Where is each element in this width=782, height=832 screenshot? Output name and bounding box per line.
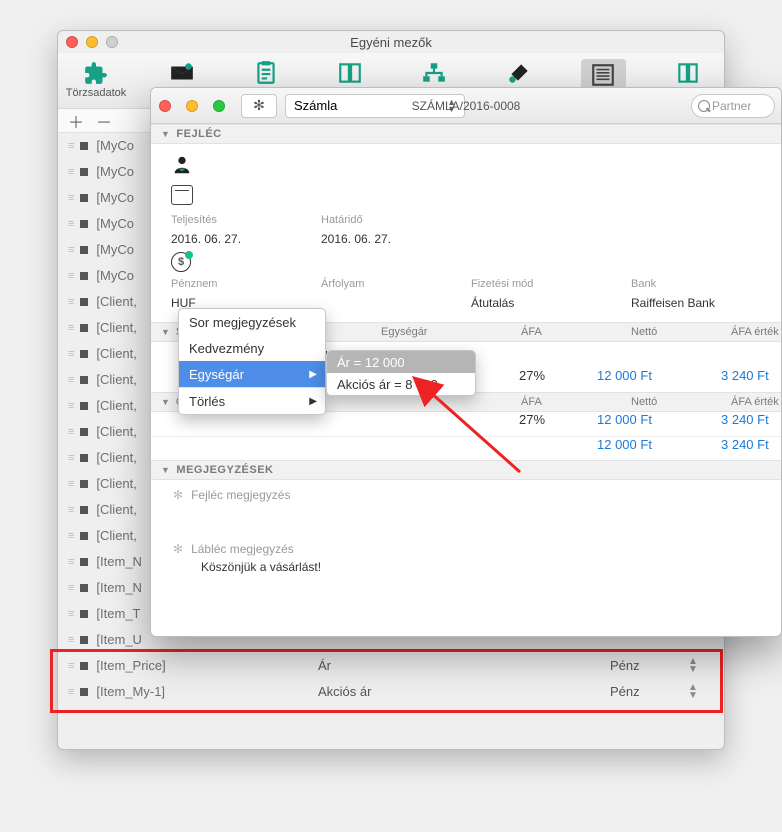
chevron-updown-icon: ▲▼ xyxy=(447,99,456,113)
archive-icon xyxy=(336,59,364,87)
zoom-icon[interactable] xyxy=(213,100,225,112)
toolbar-item-torzsadatok[interactable]: Törzsadatok xyxy=(72,59,120,99)
envelope-icon xyxy=(168,59,196,87)
close-icon[interactable] xyxy=(159,100,171,112)
summary-total: 12 000 Ft 3 240 Ft xyxy=(151,436,781,460)
value-teljesites[interactable]: 2016. 06. 27. xyxy=(171,232,321,246)
invoice-toolbar: ✻ Számla ▲▼ SZÁMLA/2016-0008 Partner xyxy=(151,88,781,124)
submenu-item-akcios[interactable]: Akciós ár = 8 000 xyxy=(327,373,475,395)
section-header-notes[interactable]: ▼ MEGJEGYZÉSEK xyxy=(151,460,781,480)
person-icon xyxy=(171,154,321,179)
settings-button[interactable]: ✻ xyxy=(241,94,277,118)
gear-icon: ✻ xyxy=(253,97,265,114)
summary-row: 27% 12 000 Ft 3 240 Ft xyxy=(151,412,781,436)
vat-amount: 3 240 Ft xyxy=(721,368,769,383)
toolbar-item-org[interactable] xyxy=(412,59,456,87)
list-icon xyxy=(589,61,617,89)
value-hatarido[interactable]: 2016. 06. 27. xyxy=(321,232,471,246)
header-note-label[interactable]: Fejléc megjegyzés xyxy=(191,488,290,502)
section-header-fejlec[interactable]: ▼ FEJLÉC xyxy=(151,124,781,144)
net-amount: 12 000 Ft xyxy=(597,368,652,383)
chevron-right-icon: ▶ xyxy=(309,396,317,407)
clipboard-icon xyxy=(252,59,280,87)
chevron-right-icon: ▶ xyxy=(309,369,317,380)
menu-item-unit-price[interactable]: Egységár▶ xyxy=(179,361,325,387)
drag-icon: ≡ xyxy=(68,140,72,152)
submenu-unit-price: Ár = 12 000 Akciós ár = 8 000 xyxy=(326,350,476,396)
value-bank[interactable]: Raiffeisen Bank xyxy=(631,296,782,310)
layout-icon xyxy=(674,59,702,87)
label: Fizetési mód xyxy=(471,278,631,290)
header-fields: Teljesítés Határidő 2016. 06. 27. 2016. … xyxy=(151,144,781,322)
toolbar-item-mail[interactable] xyxy=(160,59,204,87)
gear-icon[interactable]: ✻ xyxy=(173,542,183,556)
label: Határidő xyxy=(321,214,471,226)
titlebar: Egyéni mezők xyxy=(58,31,724,53)
chevron-down-icon: ▼ xyxy=(161,129,170,139)
org-icon xyxy=(420,59,448,87)
menu-item-delete[interactable]: Törlés▶ xyxy=(179,388,325,414)
value-fizmod[interactable]: Átutalás xyxy=(471,296,631,310)
currency-icon: $ xyxy=(171,252,191,272)
menu-item-row-notes[interactable]: Sor megjegyzések xyxy=(179,309,325,335)
menu-item-discount[interactable]: Kedvezmény xyxy=(179,335,325,361)
chevron-down-icon: ▼ xyxy=(161,465,170,475)
label: Pénznem xyxy=(171,278,321,290)
submenu-item-ar[interactable]: Ár = 12 000 xyxy=(327,351,475,373)
toolbar-item-archive[interactable] xyxy=(328,59,372,87)
calendar-icon xyxy=(171,185,193,205)
remove-button[interactable]: － xyxy=(96,109,110,133)
puzzle-icon xyxy=(82,59,110,87)
brush-icon xyxy=(505,59,533,87)
search-input[interactable]: Partner xyxy=(691,94,775,118)
notes-body: ✻ Fejléc megjegyzés ✻ Lábléc megjegyzés Kö… xyxy=(151,480,781,582)
label: Teljesítés xyxy=(171,214,321,226)
footer-note-text[interactable]: Köszönjük a vásárlást! xyxy=(201,560,759,574)
sort-icon[interactable]: ▲▼ xyxy=(688,684,698,700)
label: Bank xyxy=(631,278,782,290)
footer-note-label[interactable]: Lábléc megjegyzés xyxy=(191,542,294,556)
chevron-down-icon: ▼ xyxy=(161,397,170,407)
toolbar-item-layout[interactable] xyxy=(666,59,710,87)
minimize-icon[interactable] xyxy=(186,100,198,112)
bullet-icon xyxy=(80,142,88,150)
sort-icon[interactable]: ▲▼ xyxy=(688,658,698,674)
toolbar-item-brush[interactable] xyxy=(497,59,541,87)
doc-type-select[interactable]: Számla ▲▼ xyxy=(285,94,465,118)
chevron-down-icon: ▼ xyxy=(161,327,170,337)
add-button[interactable]: ＋ xyxy=(68,109,82,133)
toolbar-label: Törzsadatok xyxy=(66,87,127,99)
list-item-price[interactable]: ≡ [Item_Price] Ár Pénz ▲▼ xyxy=(58,653,724,679)
toolbar-item-clipboard[interactable] xyxy=(244,59,288,87)
window-title: Egyéni mezők xyxy=(58,35,724,50)
list-item-promo-price[interactable]: ≡ [Item_My-1] Akciós ár Pénz ▲▼ xyxy=(58,679,724,705)
vat-rate[interactable]: 27% xyxy=(519,368,545,383)
context-menu: Sor megjegyzések Kedvezmény Egységár▶ Tö… xyxy=(178,308,326,415)
gear-icon[interactable]: ✻ xyxy=(173,488,183,502)
label: Árfolyam xyxy=(321,278,471,290)
